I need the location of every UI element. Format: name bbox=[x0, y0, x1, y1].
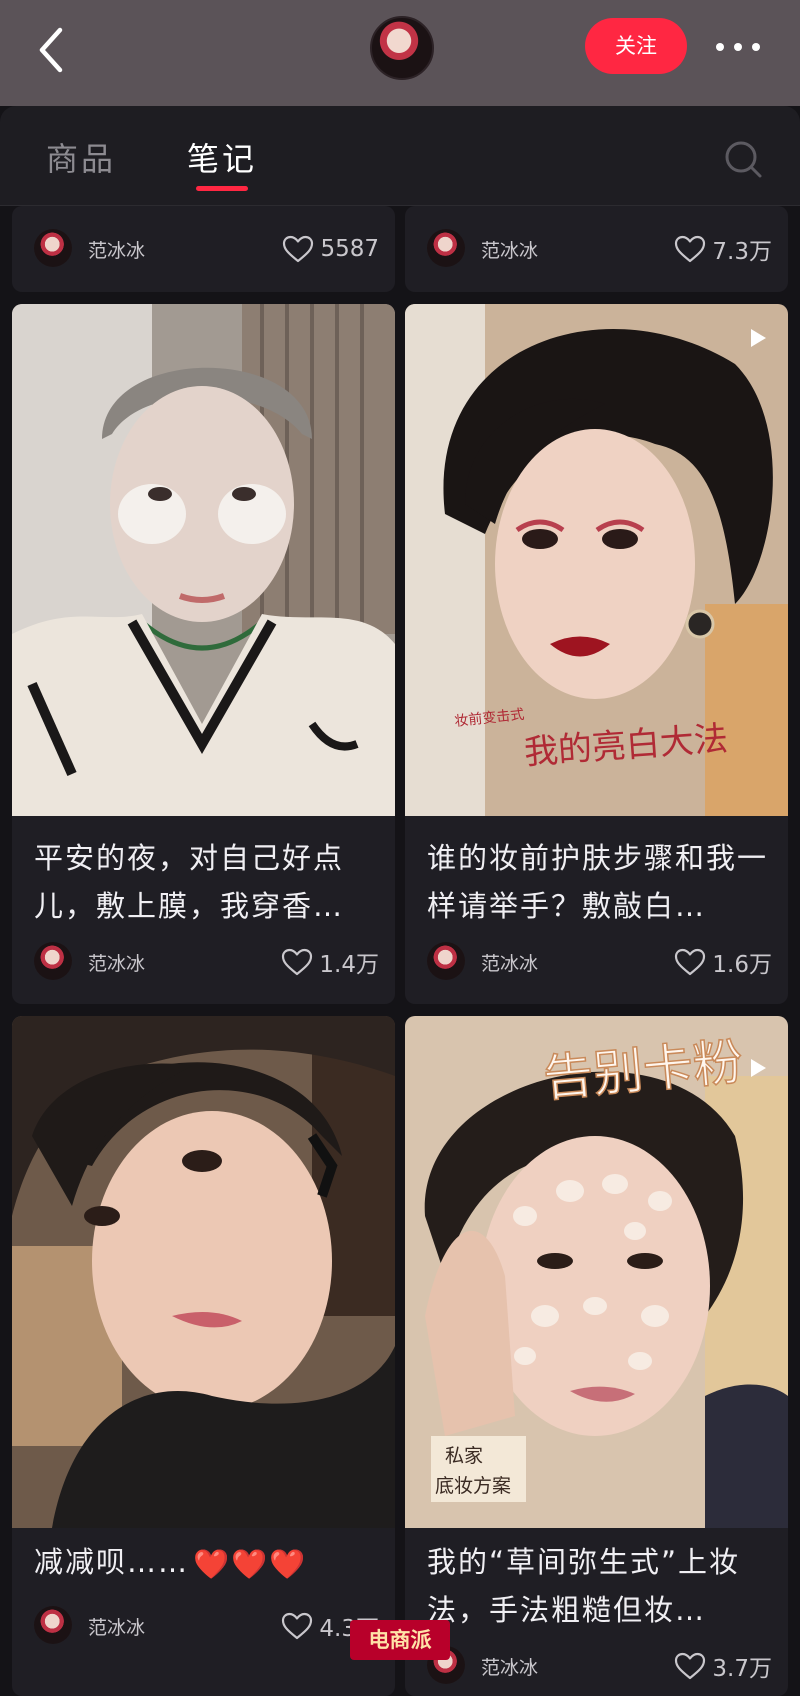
note-card[interactable]: 告别卡粉 私家 底妆方案 我的“草间弥生式”上妆法，手法粗糙但妆… 范冰冰 3.… bbox=[405, 1016, 788, 1696]
author-name[interactable]: 范冰冰 bbox=[88, 1613, 145, 1640]
note-card[interactable]: 减减呗……❤️❤️❤️ 范冰冰 4.3万 bbox=[12, 1016, 395, 1696]
note-meta: 范冰冰 1.6万 bbox=[427, 942, 772, 982]
active-tab-indicator bbox=[196, 186, 248, 191]
note-card[interactable]: 平安的夜，对自己好点儿，敷上膜，我穿香… 范冰冰 1.4万 bbox=[12, 304, 395, 1004]
search-icon bbox=[725, 141, 762, 178]
photo-tag-line1: 私家 bbox=[445, 1445, 483, 1467]
note-title: 减减呗…… ❤️❤️❤️ bbox=[34, 1538, 378, 1588]
note-card[interactable]: 范冰冰 7.3万 bbox=[405, 206, 788, 292]
more-dot bbox=[752, 43, 760, 51]
video-play-icon bbox=[751, 329, 766, 347]
chevron-left-icon bbox=[39, 27, 63, 73]
search-button[interactable] bbox=[722, 138, 766, 182]
heart-outline-icon bbox=[675, 948, 706, 976]
watermark-logo: 电商派 bbox=[350, 1620, 450, 1660]
note-cover-image: 妆前变击式 我的亮白大法 bbox=[405, 304, 788, 816]
note-card[interactable]: 范冰冰 5587 bbox=[12, 206, 395, 292]
author-name[interactable]: 范冰冰 bbox=[88, 949, 145, 976]
like-count: 5587 bbox=[320, 236, 379, 262]
note-meta: 范冰冰 4.3万 bbox=[34, 1606, 379, 1646]
heart-emoji-icons: ❤️❤️❤️ bbox=[193, 1547, 308, 1581]
like-button[interactable]: 5587 bbox=[282, 233, 379, 265]
heart-outline-icon bbox=[282, 1612, 313, 1640]
like-button[interactable]: 3.7万 bbox=[674, 1650, 772, 1682]
like-button[interactable]: 7.3万 bbox=[674, 233, 772, 265]
video-play-icon bbox=[751, 1059, 766, 1077]
like-count: 3.7万 bbox=[712, 1656, 772, 1682]
note-meta: 范冰冰 3.7万 bbox=[427, 1646, 772, 1686]
more-horizontal-icon bbox=[716, 43, 724, 51]
note-title-text: 减减呗…… bbox=[34, 1545, 190, 1579]
author-name[interactable]: 范冰冰 bbox=[481, 1653, 538, 1680]
note-title: 谁的妆前护肤步骤和我一样请举手？敷敲白… bbox=[427, 841, 769, 923]
like-count: 1.6万 bbox=[712, 952, 772, 978]
like-button[interactable]: 1.6万 bbox=[674, 946, 772, 978]
top-bar: 关注 bbox=[0, 0, 800, 106]
note-meta: 范冰冰 1.4万 bbox=[34, 942, 379, 982]
author-avatar[interactable] bbox=[370, 16, 434, 80]
heart-outline-icon bbox=[675, 235, 706, 263]
note-cover-image: 告别卡粉 私家 底妆方案 bbox=[405, 1016, 788, 1528]
note-card[interactable]: 妆前变击式 我的亮白大法 谁的妆前护肤步骤和我一样请举手？敷敲白… 范冰冰 1.… bbox=[405, 304, 788, 1004]
heart-outline-icon bbox=[283, 235, 314, 263]
more-button[interactable] bbox=[714, 24, 762, 68]
like-button[interactable]: 1.4万 bbox=[281, 946, 379, 978]
avatar[interactable] bbox=[34, 229, 72, 267]
photo-tag-line2: 底妆方案 bbox=[435, 1475, 511, 1497]
note-title: 平安的夜，对自己好点儿，敷上膜，我穿香… bbox=[34, 841, 345, 923]
author-name[interactable]: 范冰冰 bbox=[481, 236, 538, 263]
author-name[interactable]: 范冰冰 bbox=[88, 236, 145, 263]
like-count: 7.3万 bbox=[712, 239, 772, 265]
avatar[interactable] bbox=[427, 229, 465, 267]
note-meta: 范冰冰 5587 bbox=[34, 229, 379, 269]
avatar[interactable] bbox=[34, 1606, 72, 1644]
note-cover-image bbox=[12, 304, 395, 816]
author-name[interactable]: 范冰冰 bbox=[481, 949, 538, 976]
back-button[interactable] bbox=[30, 22, 74, 78]
more-dot bbox=[734, 43, 742, 51]
tab-notes[interactable]: 笔记 bbox=[187, 134, 257, 180]
follow-button[interactable]: 关注 bbox=[585, 18, 687, 74]
note-cover-image bbox=[12, 1016, 395, 1528]
avatar[interactable] bbox=[34, 942, 72, 980]
note-meta: 范冰冰 7.3万 bbox=[427, 229, 772, 269]
avatar[interactable] bbox=[427, 942, 465, 980]
heart-outline-icon bbox=[675, 1652, 706, 1680]
heart-outline-icon bbox=[282, 948, 313, 976]
tab-bar: 商品 笔记 bbox=[0, 106, 800, 206]
like-count: 1.4万 bbox=[319, 952, 379, 978]
note-title: 我的“草间弥生式”上妆法，手法粗糙但妆… bbox=[427, 1545, 741, 1627]
tab-products[interactable]: 商品 bbox=[46, 134, 116, 180]
